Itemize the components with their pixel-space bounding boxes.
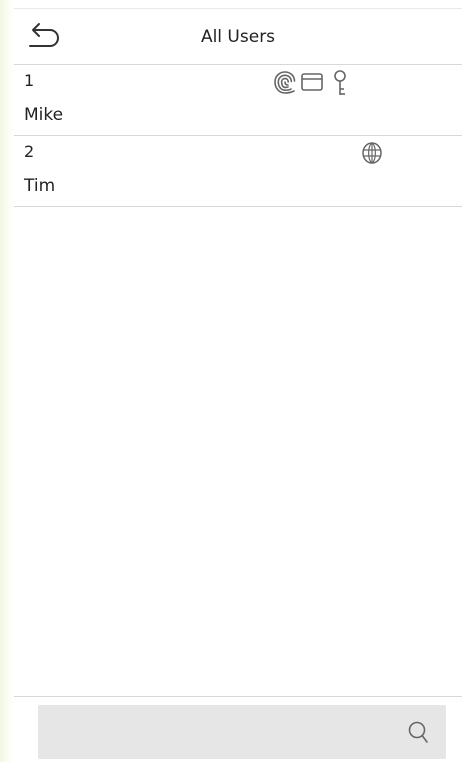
credential-icons xyxy=(360,140,390,168)
page-title: All Users xyxy=(200,27,276,47)
user-name: Tim xyxy=(24,176,56,196)
header-bar: All Users xyxy=(14,9,462,65)
user-id: 1 xyxy=(24,71,35,90)
search-icon[interactable] xyxy=(406,718,432,748)
fingerprint-icon xyxy=(274,71,296,94)
face-icon xyxy=(362,142,382,164)
search-input[interactable] xyxy=(38,705,446,759)
card-icon xyxy=(301,73,323,91)
credential-icons xyxy=(272,69,372,97)
page: All Users 1 Mike 2 Tim xyxy=(0,0,462,762)
edge-glow xyxy=(0,0,14,762)
user-row[interactable]: 2 Tim xyxy=(14,136,462,207)
user-id: 2 xyxy=(24,142,35,161)
user-name: Mike xyxy=(24,105,64,125)
search-bar-area xyxy=(14,696,462,762)
all-users-screen: All Users 1 Mike 2 Tim xyxy=(14,8,462,762)
user-row[interactable]: 1 Mike xyxy=(14,65,462,136)
password-key-icon xyxy=(334,70,346,95)
